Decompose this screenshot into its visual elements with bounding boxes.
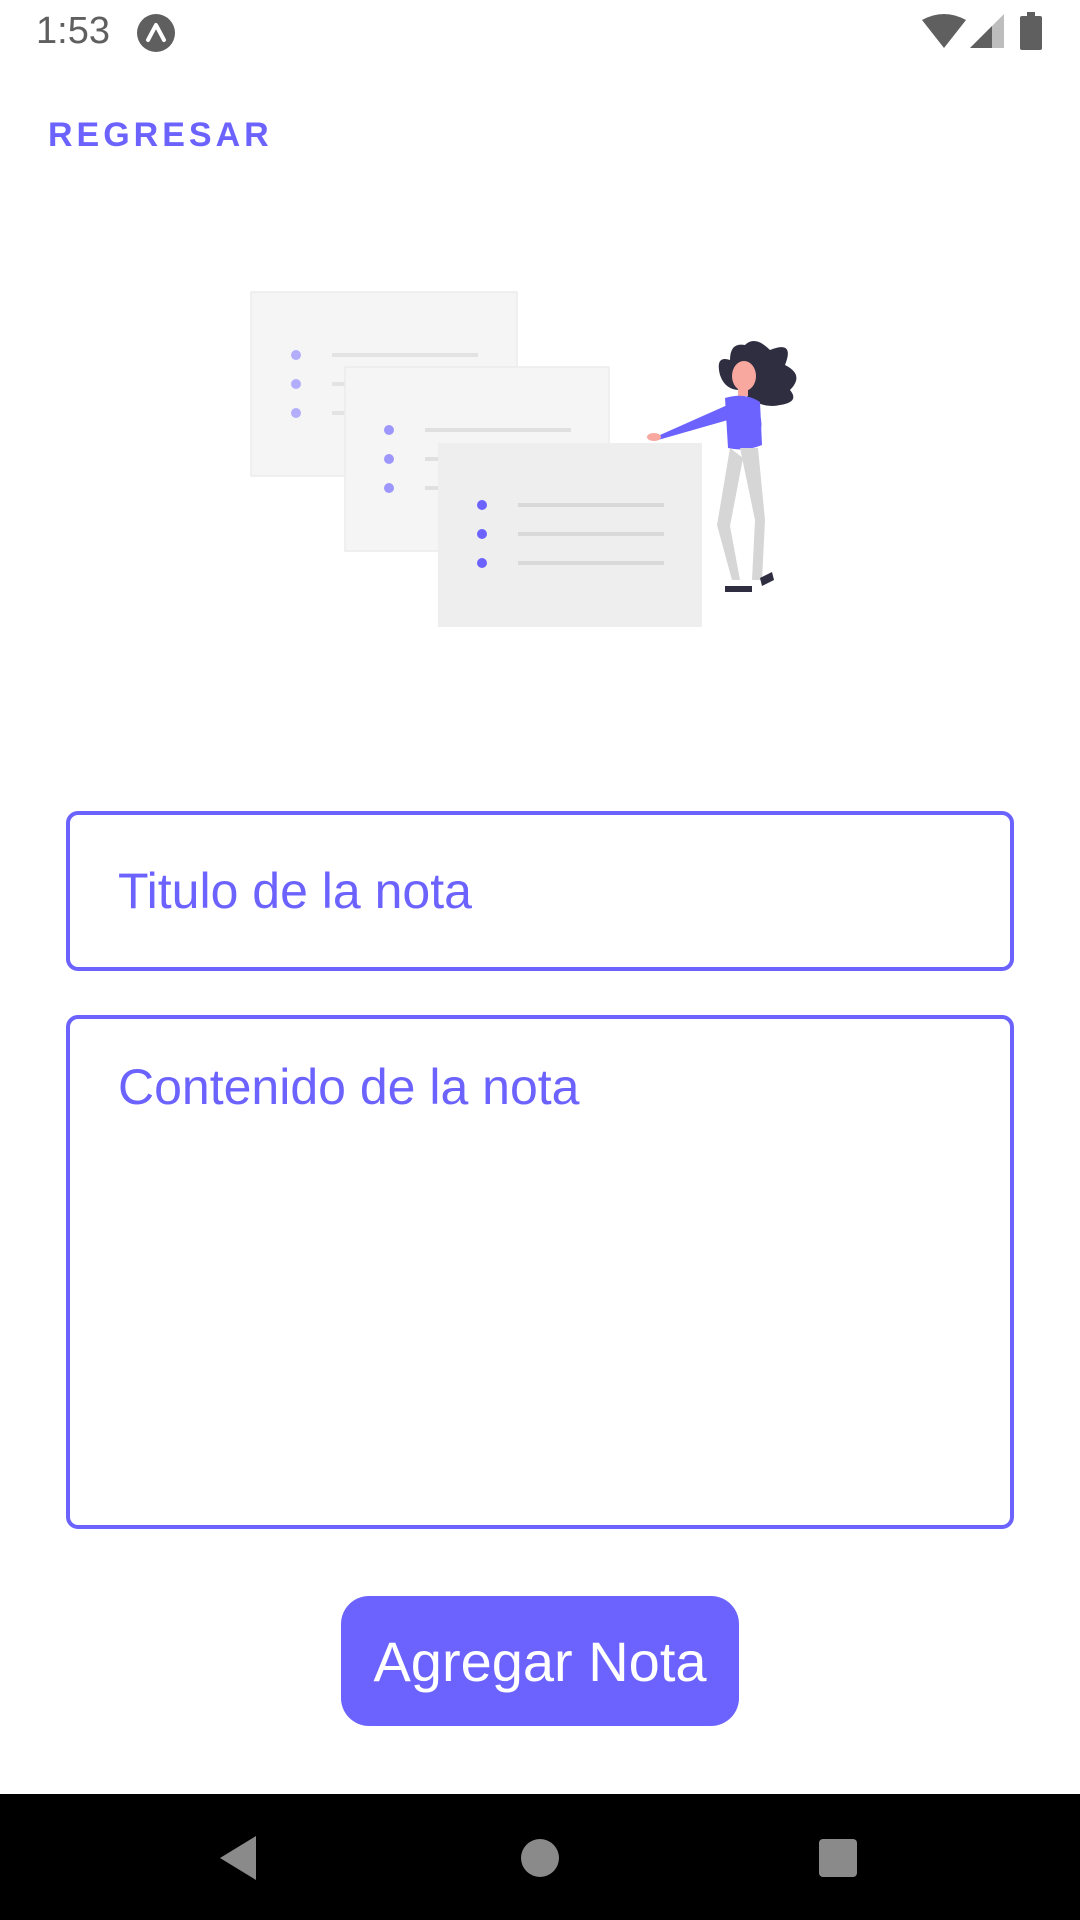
note-title-field[interactable]	[66, 811, 1014, 971]
nav-home-icon[interactable]	[520, 1838, 560, 1878]
note-title-input[interactable]	[118, 815, 968, 967]
notes-illustration	[250, 291, 797, 627]
note-content-field[interactable]	[66, 1015, 1014, 1529]
back-button[interactable]: REGRESAR	[48, 116, 273, 155]
status-bar: 1:53	[0, 0, 1080, 64]
cell-signal-icon	[970, 14, 1004, 48]
add-note-button-label: Agregar Nota	[373, 1629, 707, 1693]
nav-back-icon[interactable]	[216, 1834, 260, 1882]
system-nav-bar	[0, 1794, 1080, 1920]
battery-icon	[1020, 12, 1042, 50]
add-note-button[interactable]: Agregar Nota	[341, 1596, 739, 1726]
add-note-screen: 1:53 REGRESAR Titulo de la nota Contenid…	[0, 0, 1080, 1920]
status-time: 1:53	[36, 10, 110, 52]
nav-recents-icon[interactable]	[818, 1838, 858, 1878]
expo-icon	[137, 14, 175, 52]
note-content-input[interactable]	[118, 1057, 968, 1497]
wifi-icon	[922, 14, 966, 48]
note-card-front	[438, 443, 702, 627]
